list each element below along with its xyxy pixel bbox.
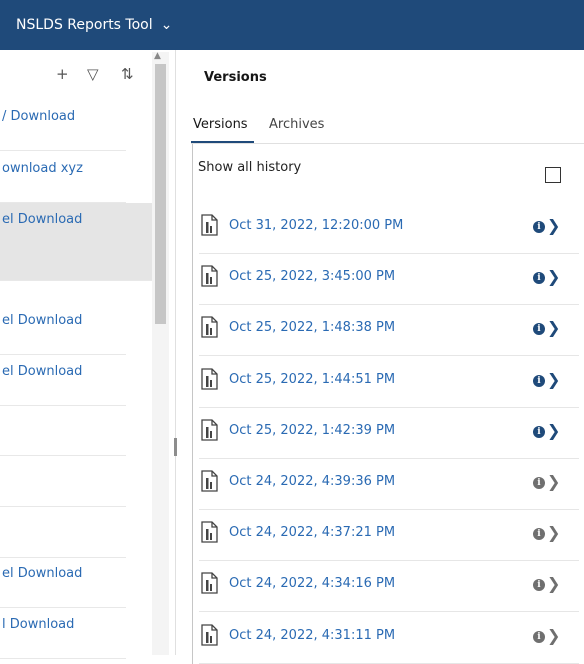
document-icon — [201, 367, 218, 390]
add-icon[interactable]: + — [56, 65, 69, 83]
info-icon[interactable]: i — [533, 374, 545, 387]
info-icon[interactable]: i — [533, 579, 545, 592]
info-icon[interactable]: i — [533, 221, 545, 233]
chevron-right-icon[interactable]: ❯ — [547, 216, 560, 235]
document-icon — [201, 470, 218, 492]
report-list-panel: + ▽ ⇅ / Download ownload xyz el Download… — [0, 50, 175, 659]
list-item-selected[interactable]: el Download — [0, 203, 152, 281]
document-icon — [201, 572, 218, 595]
show-all-history-checkbox[interactable] — [545, 167, 561, 183]
list-item[interactable] — [0, 405, 126, 456]
active-tab-indicator — [191, 141, 254, 143]
version-history: Show all history Oct 31, 2022, 12:20:00 … — [192, 144, 584, 664]
list-toolbar: + ▽ ⇅ — [0, 50, 152, 100]
list-item[interactable]: ownload xyz — [0, 152, 126, 203]
version-timestamp[interactable]: Oct 25, 2022, 1:42:39 PM — [229, 423, 395, 438]
versions-panel: Versions Versions Archives Show all hist… — [176, 50, 584, 664]
scroll-up-arrow-icon[interactable]: ▲ — [154, 51, 161, 61]
panel-title: Versions — [204, 70, 267, 85]
version-timestamp[interactable]: Oct 25, 2022, 1:44:51 PM — [229, 372, 395, 387]
chevron-right-icon[interactable]: ❯ — [547, 318, 560, 337]
version-timestamp[interactable]: Oct 24, 2022, 4:37:21 PM — [229, 525, 395, 540]
chevron-right-icon[interactable]: ❯ — [547, 370, 560, 389]
chevron-right-icon[interactable]: ❯ — [547, 626, 560, 645]
version-row[interactable]: Oct 25, 2022, 1:42:39 PM i ❯ — [199, 407, 579, 459]
version-timestamp[interactable]: Oct 24, 2022, 4:31:11 PM — [229, 628, 395, 643]
app-header: NSLDS Reports Tool ⌄ — [0, 0, 584, 50]
version-row[interactable]: Oct 25, 2022, 1:48:38 PM i ❯ — [199, 304, 579, 357]
show-all-history-label: Show all history — [198, 160, 302, 175]
list-item[interactable]: el Download — [0, 557, 126, 608]
chevron-right-icon[interactable]: ❯ — [547, 421, 560, 440]
list-item[interactable] — [0, 507, 126, 558]
version-row[interactable]: Oct 25, 2022, 1:44:51 PM i ❯ — [199, 356, 579, 408]
chevron-right-icon[interactable]: ❯ — [547, 574, 560, 593]
chevron-down-icon[interactable]: ⌄ — [161, 17, 173, 33]
info-icon[interactable]: i — [533, 323, 545, 336]
version-timestamp[interactable]: Oct 25, 2022, 3:45:00 PM — [229, 269, 395, 284]
version-row[interactable]: Oct 24, 2022, 4:34:16 PM i ❯ — [199, 560, 579, 613]
version-row[interactable]: Oct 24, 2022, 4:31:11 PM i ❯ — [199, 612, 579, 664]
filter-icon[interactable]: ▽ — [87, 65, 99, 83]
info-icon[interactable]: i — [533, 477, 545, 489]
version-timestamp[interactable]: Oct 24, 2022, 4:34:16 PM — [229, 576, 395, 591]
list-item[interactable]: l Download — [0, 608, 126, 659]
sort-icon[interactable]: ⇅ — [121, 65, 134, 83]
document-icon — [201, 316, 218, 339]
chevron-right-icon[interactable]: ❯ — [547, 267, 560, 286]
list-item[interactable] — [0, 456, 126, 507]
chevron-right-icon[interactable]: ❯ — [547, 472, 560, 491]
tab-archives[interactable]: Archives — [269, 117, 324, 132]
info-icon[interactable]: i — [533, 425, 545, 438]
list-scrollbar-thumb[interactable] — [155, 64, 166, 324]
document-icon — [201, 623, 218, 646]
list-item[interactable]: / Download — [0, 100, 126, 151]
document-icon — [201, 214, 218, 236]
app-title: NSLDS Reports Tool — [16, 17, 153, 33]
list-item[interactable]: el Download — [0, 304, 126, 355]
version-timestamp[interactable]: Oct 31, 2022, 12:20:00 PM — [229, 218, 403, 233]
tab-versions[interactable]: Versions — [193, 117, 248, 132]
document-icon — [201, 521, 218, 543]
version-timestamp[interactable]: Oct 25, 2022, 1:48:38 PM — [229, 320, 395, 335]
version-row[interactable]: Oct 25, 2022, 3:45:00 PM i ❯ — [199, 253, 579, 306]
info-icon[interactable]: i — [533, 272, 545, 285]
list-item[interactable]: el Download — [0, 355, 126, 406]
version-row[interactable]: Oct 24, 2022, 4:39:36 PM i ❯ — [199, 458, 579, 510]
version-row[interactable]: Oct 31, 2022, 12:20:00 PM i ❯ — [199, 202, 579, 254]
version-timestamp[interactable]: Oct 24, 2022, 4:39:36 PM — [229, 474, 395, 489]
chevron-right-icon[interactable]: ❯ — [547, 523, 560, 542]
info-icon[interactable]: i — [533, 630, 545, 643]
info-icon[interactable]: i — [533, 528, 545, 541]
version-row[interactable]: Oct 24, 2022, 4:37:21 PM i ❯ — [199, 509, 579, 562]
document-icon — [201, 419, 218, 441]
document-icon — [201, 265, 218, 287]
